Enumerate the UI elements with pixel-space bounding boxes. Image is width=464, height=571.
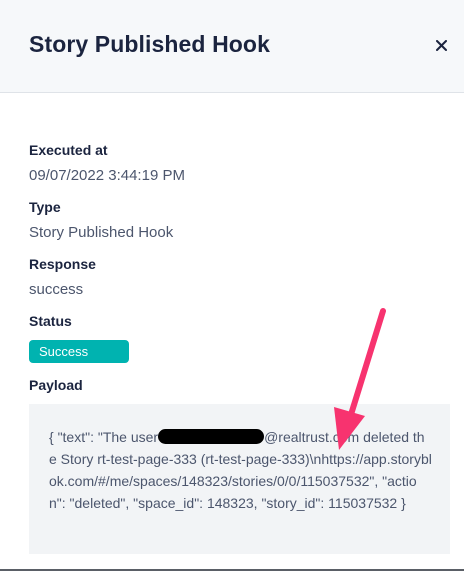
type-value: Story Published Hook bbox=[29, 224, 174, 241]
dialog-title: Story Published Hook bbox=[29, 31, 270, 57]
close-button[interactable] bbox=[430, 34, 452, 56]
status-label: Status bbox=[29, 313, 72, 329]
executed-at-value: 09/07/2022 3:44:19 PM bbox=[29, 167, 185, 184]
response-value: success bbox=[29, 281, 84, 298]
response-label: Response bbox=[29, 256, 96, 272]
type-label: Type bbox=[29, 199, 61, 215]
dialog-header: Story Published Hook bbox=[0, 0, 464, 93]
payload-label: Payload bbox=[29, 377, 83, 393]
redaction-mark bbox=[158, 429, 265, 444]
webhook-log-detail-panel: Story Published Hook Executed at 09/07/2… bbox=[0, 0, 464, 571]
executed-at-label: Executed at bbox=[29, 142, 108, 158]
payload-box: { "text": "The user @realtrust.com delete… bbox=[29, 404, 450, 554]
payload-text: { "text": "The user @realtrust.com delete… bbox=[49, 426, 432, 514]
payload-text-start: { "text": "The user bbox=[49, 429, 159, 445]
close-icon bbox=[435, 39, 447, 51]
status-badge: Success bbox=[29, 340, 129, 363]
